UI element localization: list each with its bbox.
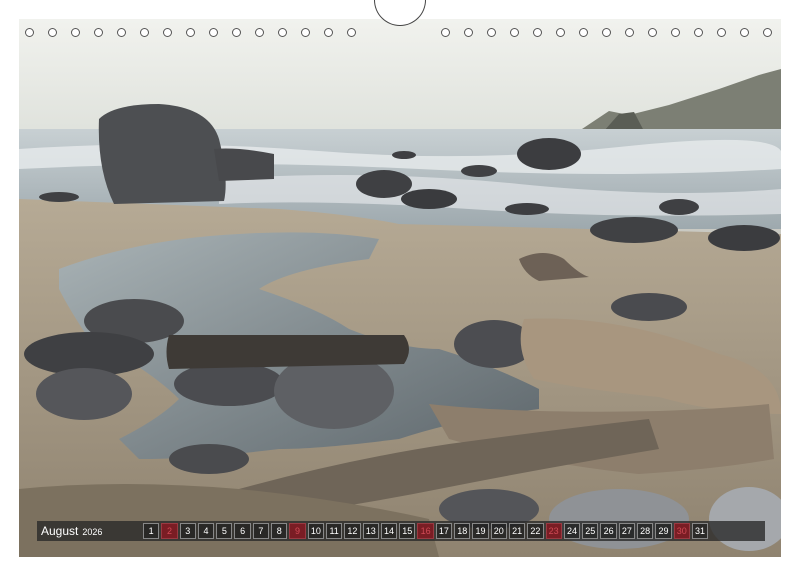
binding-ring [671,28,680,37]
calendar-day: 1 [143,523,160,539]
calendar-day: 30 [673,523,690,539]
calendar-day: 31 [691,523,709,539]
month-name: August [41,524,79,538]
binding-ring [25,28,34,37]
binding-ring [602,28,611,37]
calendar-day: 7 [252,523,270,539]
binding-ring [625,28,634,37]
binding-ring [117,28,126,37]
calendar-strip: August 2026 1 2 3 4 5 6 7 8 9 10 11 12 13 14 15 16 17 18 1… [37,521,765,541]
calendar-day: 9 [289,523,306,539]
calendar-day: 15 [399,523,416,539]
binding-ring [740,28,749,37]
binding-ring [763,28,772,37]
binding-ring [510,28,519,37]
binding-ring [441,28,450,37]
binding-ring [648,28,657,37]
calendar-page: August 2026 1 2 3 4 5 6 7 8 9 10 11 12 13 14 15 16 17 18 1… [0,0,800,577]
calendar-day: 29 [655,523,672,539]
calendar-day: 23 [545,523,562,539]
calendar-day: 14 [380,523,398,539]
calendar-day: 2 [161,523,178,539]
binding-ring [717,28,726,37]
calendar-day: 8 [271,523,288,539]
binding-ring [694,28,703,37]
binding-ring [556,28,565,37]
binding-ring [301,28,310,37]
calendar-day: 10 [307,523,324,539]
binding-ring [71,28,80,37]
calendar-day: 11 [325,523,343,539]
calendar-day: 20 [490,523,507,539]
binding-ring [94,28,103,37]
calendar-day: 13 [362,523,379,539]
calendar-day: 22 [527,523,544,539]
binding-ring [209,28,218,37]
calendar-day: 6 [234,523,251,539]
year: 2026 [82,527,103,537]
binding-ring [579,28,588,37]
binding-ring [324,28,333,37]
binding-ring [48,28,57,37]
calendar-day: 24 [563,523,581,539]
binding-ring [232,28,241,37]
calendar-day: 16 [417,523,434,539]
binding-ring [347,28,356,37]
calendar-day: 4 [197,523,215,539]
binding-ring [255,28,264,37]
binding-ring [464,28,473,37]
calendar-day: 19 [472,523,489,539]
binding-ring [163,28,172,37]
calendar-days: 1 2 3 4 5 6 7 8 9 10 11 12 13 14 15 16 17 18 19 20 21 22 23 24 2… [143,523,709,539]
calendar-day: 5 [216,523,233,539]
binding-ring [140,28,149,37]
calendar-day: 12 [344,523,361,539]
coastal-scene [19,19,781,557]
binding-ring [487,28,496,37]
log-dark [166,335,409,369]
binding-ring [186,28,195,37]
calendar-day: 26 [600,523,617,539]
beach-photo [19,19,781,557]
calendar-month-label: August 2026 [37,524,143,538]
calendar-day: 18 [454,523,471,539]
binding-ring [278,28,287,37]
calendar-day: 27 [618,523,636,539]
binding-ring [533,28,542,37]
calendar-day: 25 [582,523,599,539]
spiral-binding [0,24,800,44]
calendar-day: 3 [179,523,196,539]
calendar-day: 17 [435,523,453,539]
calendar-day: 21 [508,523,526,539]
calendar-day: 28 [637,523,654,539]
